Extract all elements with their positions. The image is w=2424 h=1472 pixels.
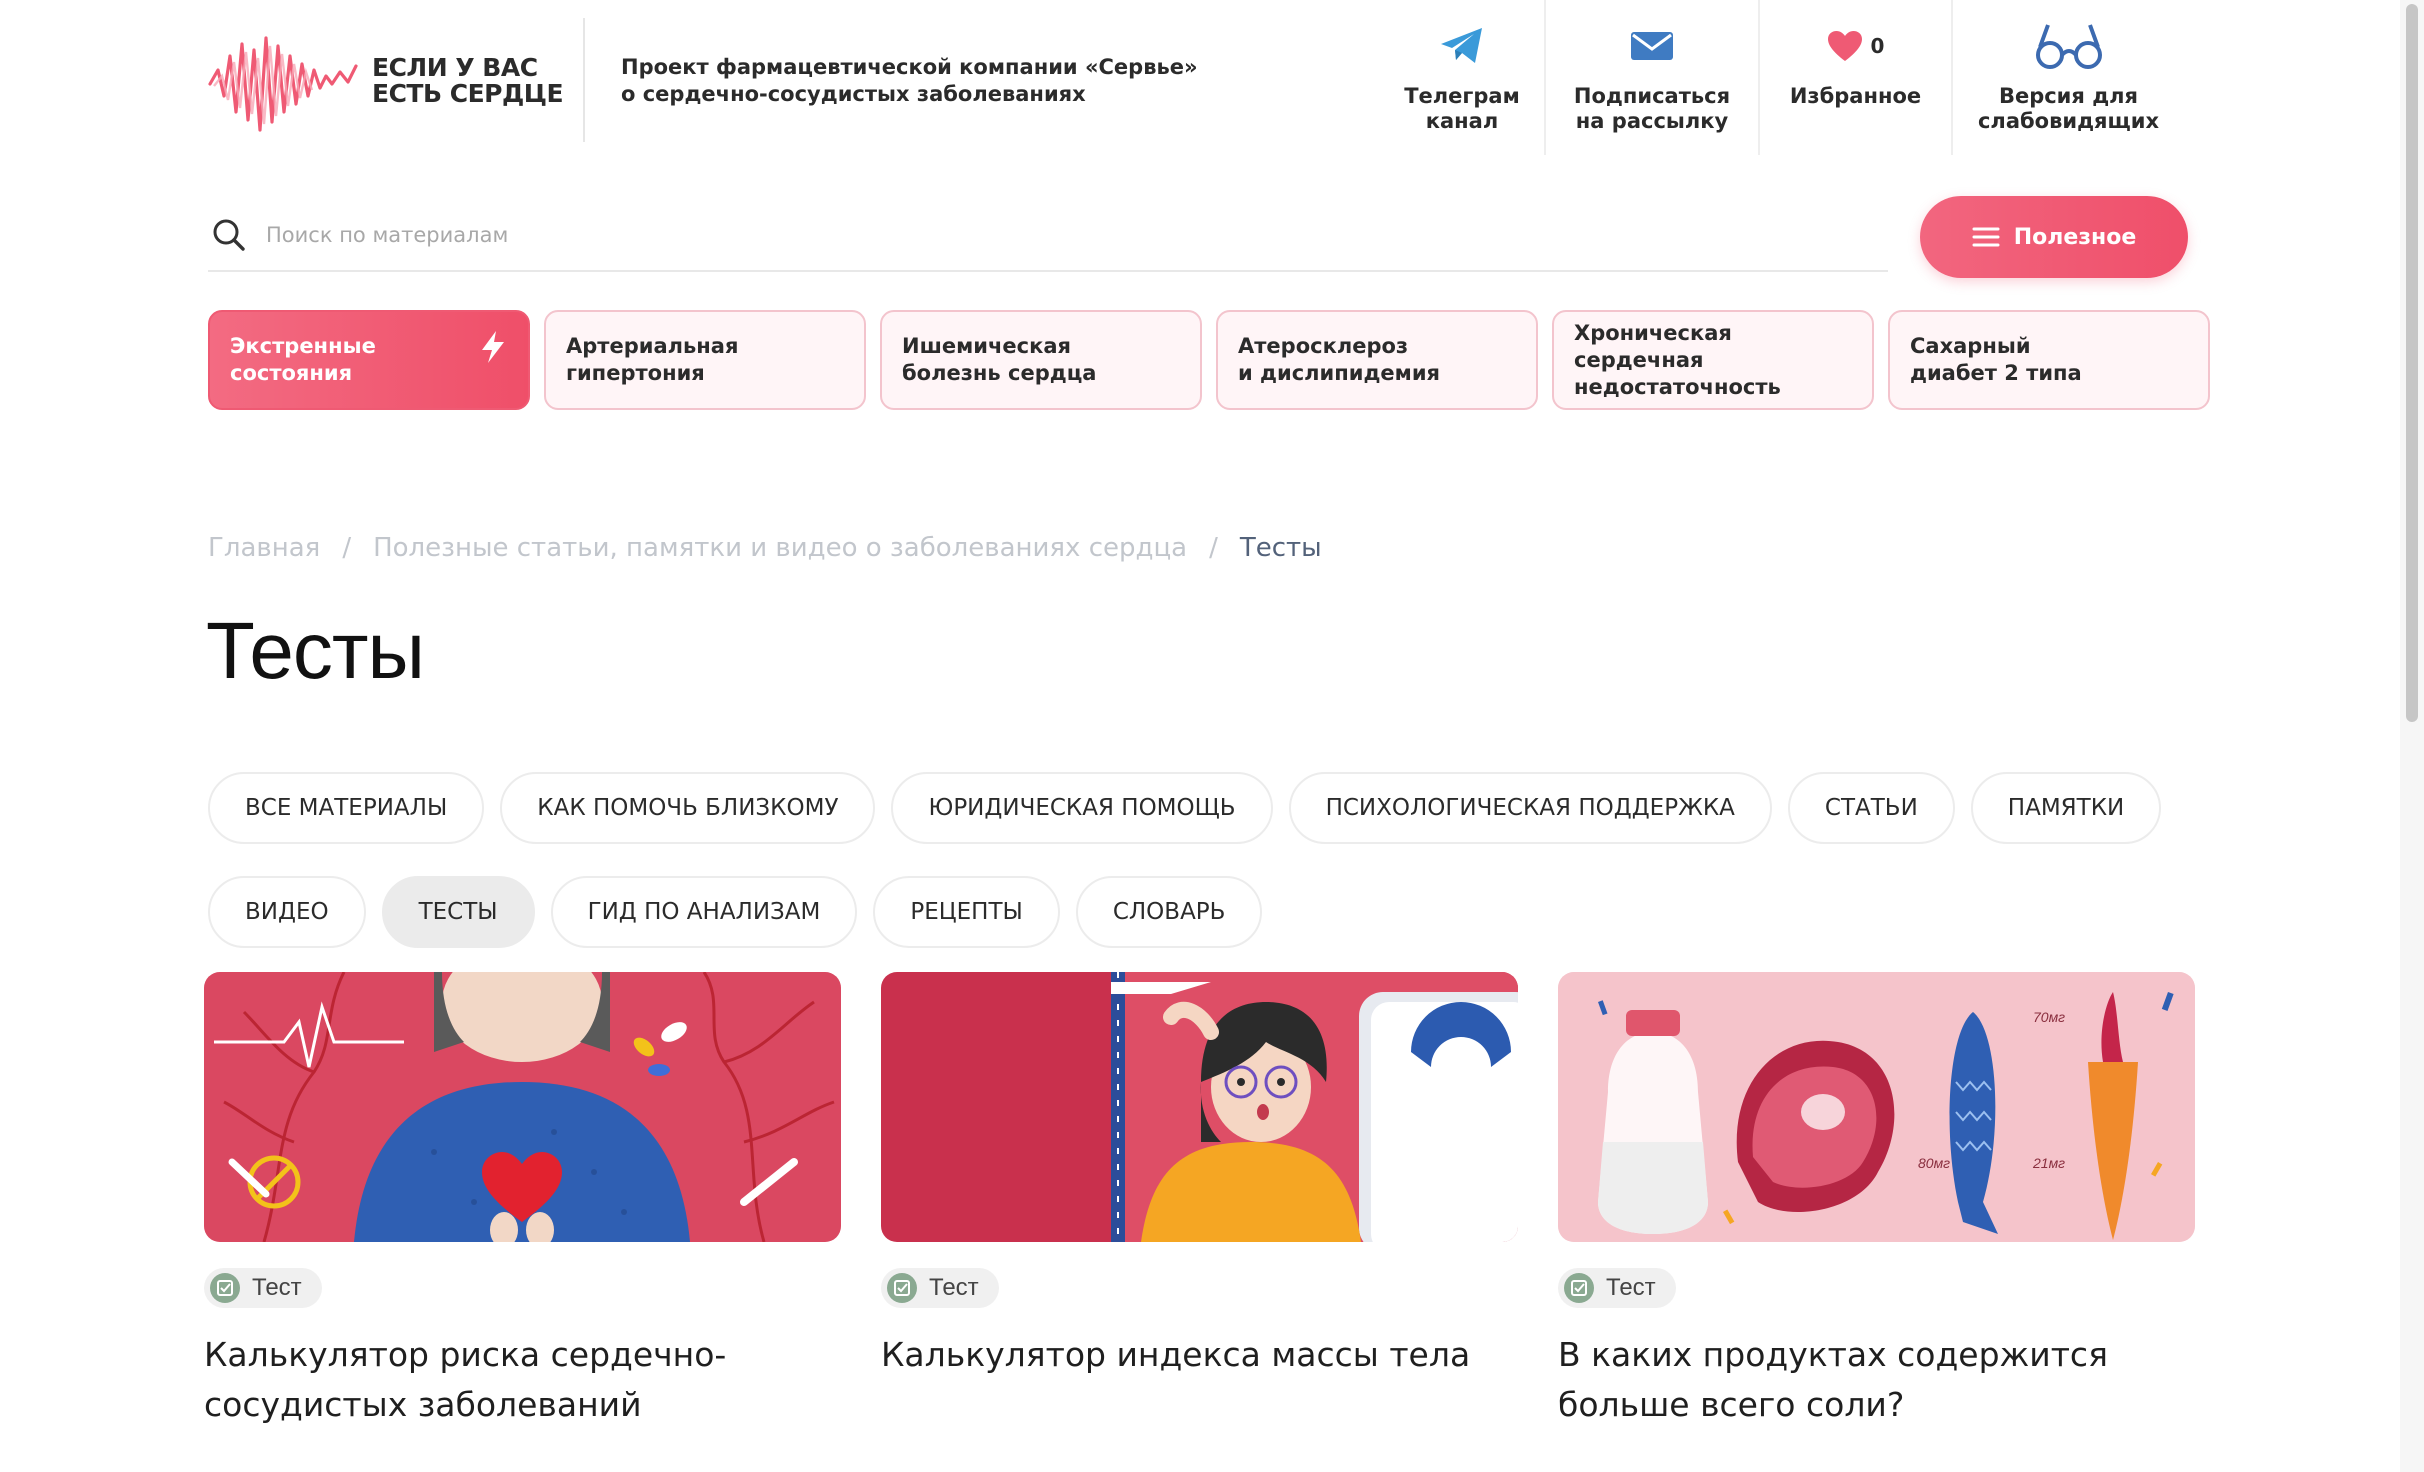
test-cards: Тест Калькулятор риска сердечно-сосудист…: [204, 972, 2195, 1430]
category-label: гипертония: [566, 361, 705, 385]
heart-icon: [1827, 31, 1862, 61]
favorites-label: Избранное: [1789, 84, 1922, 108]
filter-legal[interactable]: ЮРИДИЧЕСКАЯ ПОМОЩЬ: [891, 772, 1273, 844]
heart-risk-illustration: [204, 972, 841, 1242]
card-title[interactable]: Калькулятор риска сердечно-сосудистых за…: [204, 1330, 841, 1430]
category-ischemic[interactable]: Ишемическая болезнь сердца: [880, 310, 1202, 410]
category-hypertension[interactable]: Артериальная гипертония: [544, 310, 866, 410]
tagline-line-2: о сердечно-сосудистых заболеваниях: [621, 82, 1086, 106]
test-check-icon: [1564, 1273, 1594, 1303]
test-check-icon: [887, 1273, 917, 1303]
category-label: Хроническая сердечная: [1574, 320, 1732, 372]
card-type-badge: Тест: [881, 1268, 999, 1308]
glasses-icon: [2035, 24, 2102, 69]
disease-categories: Экстренные состояния Артериальная гипертон…: [208, 310, 2210, 410]
category-label: состояния: [230, 361, 353, 385]
page-scrollbar[interactable]: [2400, 0, 2424, 1472]
logo-text: ЕСЛИ У ВАС ЕСТЬ СЕРДЦЕ: [372, 53, 564, 108]
useful-button-label: Полезное: [2013, 224, 2137, 250]
badge-label: Тест: [252, 1274, 302, 1301]
filter-lab-guide[interactable]: ГИД ПО АНАЛИЗАМ: [550, 876, 858, 948]
header-divider: [583, 18, 585, 142]
heartbeat-logo-icon: [208, 36, 358, 132]
breadcrumb-home[interactable]: Главная: [208, 533, 320, 563]
lightning-icon: [482, 331, 504, 363]
subscribe-label-1: Подписаться: [1573, 84, 1731, 108]
category-diabetes[interactable]: Сахарный диабет 2 типа: [1888, 310, 2210, 410]
hamburger-icon: [1972, 227, 2000, 247]
filter-help-relative[interactable]: КАК ПОМОЧЬ БЛИЗКОМУ: [500, 772, 876, 844]
accessibility-label-1: Версия для: [1998, 84, 2139, 108]
favorites-link[interactable]: 0 Избранное: [1758, 0, 1951, 155]
breadcrumb-separator: /: [1209, 533, 1218, 563]
filter-glossary[interactable]: СЛОВАРЬ: [1075, 876, 1263, 948]
subscribe-link[interactable]: Подписаться на рассылку: [1544, 0, 1758, 155]
filter-all[interactable]: ВСЕ МАТЕРИАЛЫ: [208, 772, 485, 844]
search-icon[interactable]: [212, 218, 246, 252]
header-actions: Телеграм канал Подписаться на рассылку 0…: [1380, 0, 2184, 155]
filter-tests[interactable]: ТЕСТЫ: [381, 876, 535, 948]
filter-memos[interactable]: ПАМЯТКИ: [1970, 772, 2162, 844]
favorites-count: 0: [1870, 34, 1885, 58]
card-title[interactable]: В каких продуктах содержится больше всег…: [1558, 1330, 2195, 1430]
card-bmi[interactable]: Тест Калькулятор индекса массы тела: [881, 972, 1518, 1430]
accessibility-version-link[interactable]: Версия для слабовидящих: [1951, 0, 2184, 155]
logo-line-1: ЕСЛИ У ВАС: [372, 53, 538, 82]
category-label: и дислипидемия: [1238, 361, 1441, 385]
search-input[interactable]: [266, 223, 1766, 247]
filter-psychological[interactable]: ПСИХОЛОГИЧЕСКАЯ ПОДДЕРЖКА: [1288, 772, 1772, 844]
breadcrumb: Главная / Полезные статьи, памятки и вид…: [208, 533, 1322, 563]
salt-foods-illustration: 70мг 80мг 21мг: [1558, 972, 2195, 1242]
badge-label: Тест: [929, 1274, 979, 1301]
site-logo[interactable]: ЕСЛИ У ВАС ЕСТЬ СЕРДЦЕ: [208, 26, 568, 136]
card-type-badge: Тест: [204, 1268, 322, 1308]
telegram-icon: [1441, 28, 1482, 63]
category-heart-failure[interactable]: Хроническая сердечная недостаточность: [1552, 310, 1874, 410]
badge-label: Тест: [1606, 1274, 1656, 1301]
filter-recipes[interactable]: РЕЦЕПТЫ: [873, 876, 1060, 948]
scrollbar-thumb[interactable]: [2406, 4, 2418, 722]
test-check-icon: [210, 1273, 240, 1303]
accessibility-label-2: слабовидящих: [1977, 109, 2159, 133]
category-label: недостаточность: [1574, 374, 1781, 399]
category-label: Сахарный: [1910, 334, 2031, 358]
tagline-line-1: Проект фармацевтической компании «Сервье…: [621, 55, 1198, 79]
telegram-label-2: канал: [1425, 109, 1499, 133]
category-atherosclerosis[interactable]: Атеросклероз и дислипидемия: [1216, 310, 1538, 410]
card-title[interactable]: Калькулятор индекса массы тела: [881, 1330, 1518, 1380]
category-label: диабет 2 типа: [1910, 361, 2082, 385]
category-label: Ишемическая: [902, 334, 1072, 358]
breadcrumb-articles[interactable]: Полезные статьи, памятки и видео о забол…: [373, 533, 1187, 563]
card-type-badge: Тест: [1558, 1268, 1676, 1308]
breadcrumb-current: Тесты: [1239, 533, 1322, 563]
category-emergency[interactable]: Экстренные состояния: [208, 310, 530, 410]
category-label: болезнь сердца: [902, 361, 1097, 385]
filter-chips: ВСЕ МАТЕРИАЛЫ КАК ПОМОЧЬ БЛИЗКОМУ ЮРИДИЧ…: [208, 772, 2168, 948]
bmi-illustration: [881, 972, 1518, 1242]
card-cv-risk[interactable]: Тест Калькулятор риска сердечно-сосудист…: [204, 972, 841, 1430]
subscribe-label-2: на рассылку: [1575, 109, 1729, 133]
mail-icon: [1631, 32, 1673, 60]
tagline: Проект фармацевтической компании «Сервье…: [621, 54, 1198, 108]
telegram-label-1: Телеграм: [1404, 84, 1520, 108]
telegram-channel-link[interactable]: Телеграм канал: [1380, 0, 1544, 155]
page-title: Тесты: [206, 606, 425, 695]
category-label: Артериальная: [566, 334, 739, 358]
breadcrumb-separator: /: [342, 533, 352, 563]
category-label: Экстренные: [230, 334, 376, 358]
logo-line-2: ЕСТЬ СЕРДЦЕ: [372, 79, 564, 108]
category-label: Атеросклероз: [1238, 334, 1409, 358]
carrot-amount-label: 21мг: [2032, 1155, 2065, 1171]
filter-video[interactable]: ВИДЕО: [208, 876, 366, 948]
fish-amount-label: 70мг: [2033, 1009, 2065, 1025]
search-bar: [208, 200, 1888, 272]
card-salt[interactable]: 70мг 80мг 21мг Тест В каких продуктах со…: [1558, 972, 2195, 1430]
meat-amount-label: 80мг: [1918, 1155, 1950, 1171]
useful-menu-button[interactable]: Полезное: [1920, 196, 2188, 278]
filter-articles[interactable]: СТАТЬИ: [1787, 772, 1955, 844]
